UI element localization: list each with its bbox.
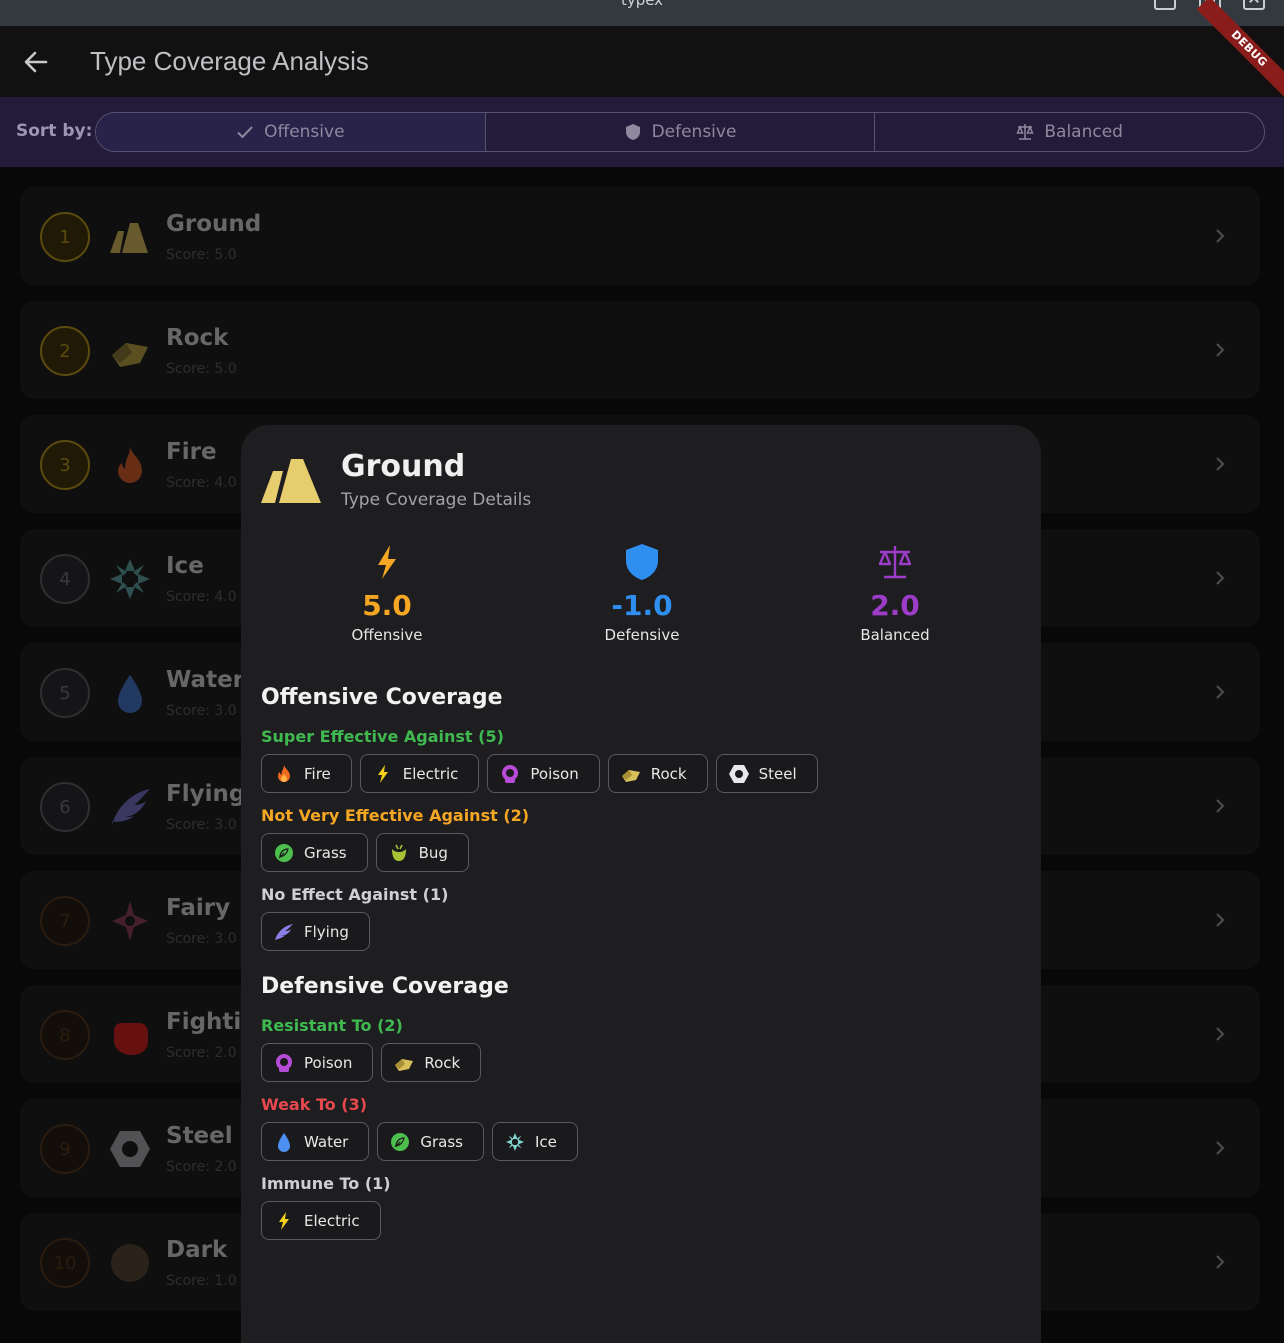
stat-label: Defensive bbox=[604, 626, 680, 644]
rock-icon bbox=[395, 1058, 414, 1071]
type-chip-fire[interactable]: Fire bbox=[261, 754, 352, 793]
immune-to-chips: Electric bbox=[261, 1201, 381, 1240]
super-effective-heading: Super Effective Against (5) bbox=[261, 727, 504, 746]
balance-scale-icon bbox=[1016, 124, 1034, 140]
immune-to-heading: Immune To (1) bbox=[261, 1174, 391, 1193]
fire-icon bbox=[278, 764, 290, 782]
grass-icon bbox=[275, 843, 293, 862]
chip-label: Rock bbox=[424, 1053, 461, 1072]
shield-icon bbox=[626, 544, 658, 580]
chip-label: Electric bbox=[304, 1211, 360, 1230]
type-chip-poison[interactable]: Poison bbox=[487, 754, 600, 793]
grass-icon bbox=[391, 1132, 410, 1151]
sort-option-label: Defensive bbox=[651, 122, 737, 142]
sort-option-offensive[interactable]: Offensive bbox=[96, 113, 485, 151]
lightning-icon bbox=[377, 764, 388, 783]
chip-label: Water bbox=[304, 1132, 349, 1151]
poison-icon bbox=[276, 1053, 292, 1072]
chip-label: Rock bbox=[650, 764, 687, 783]
sort-option-balanced[interactable]: Balanced bbox=[874, 113, 1264, 151]
sort-label: Sort by: bbox=[16, 121, 93, 141]
back-arrow-icon[interactable] bbox=[20, 46, 52, 78]
sort-option-label: Offensive bbox=[264, 122, 345, 142]
not-very-effective-chips: Grass Bug bbox=[261, 833, 469, 872]
stat-value: -1.0 bbox=[611, 589, 673, 622]
weak-to-chips: Water Grass Ice bbox=[261, 1122, 578, 1161]
not-very-effective-heading: Not Very Effective Against (2) bbox=[261, 806, 530, 825]
sort-option-defensive[interactable]: Defensive bbox=[484, 113, 875, 151]
stat-value: 5.0 bbox=[362, 589, 412, 622]
stat-label: Offensive bbox=[351, 626, 423, 644]
lightning-icon bbox=[279, 1211, 289, 1230]
chip-label: Fire bbox=[304, 764, 331, 783]
type-chip-grass[interactable]: Grass bbox=[261, 833, 368, 872]
ice-icon bbox=[505, 1132, 524, 1151]
chip-label: Grass bbox=[420, 1132, 463, 1151]
defensive-coverage-heading: Defensive Coverage bbox=[261, 974, 509, 999]
chip-label: Grass bbox=[304, 843, 347, 862]
flying-icon bbox=[275, 923, 293, 940]
bug-icon bbox=[391, 844, 406, 861]
poison-icon bbox=[502, 764, 519, 783]
sort-bar: Sort by: Offensive Defensive Balanced bbox=[0, 97, 1284, 167]
type-chip-water[interactable]: Water bbox=[261, 1122, 370, 1161]
type-chip-steel[interactable]: Steel bbox=[715, 754, 818, 793]
sort-option-label: Balanced bbox=[1044, 122, 1123, 142]
resistant-chips: Poison Rock bbox=[261, 1043, 482, 1082]
window-titlebar: typex bbox=[0, 0, 1284, 26]
close-icon[interactable] bbox=[1243, 0, 1265, 10]
type-chip-ice[interactable]: Ice bbox=[491, 1122, 578, 1161]
type-chip-electric[interactable]: Electric bbox=[359, 754, 480, 793]
chip-label: Poison bbox=[530, 764, 579, 783]
type-chip-bug[interactable]: Bug bbox=[375, 833, 469, 872]
chip-label: Steel bbox=[758, 764, 797, 783]
shield-icon bbox=[625, 124, 640, 140]
lightning-icon bbox=[378, 545, 396, 579]
type-chip-rock[interactable]: Rock bbox=[381, 1043, 482, 1082]
rock-icon bbox=[621, 769, 640, 782]
stat-balanced: 2.0 Balanced bbox=[795, 543, 995, 644]
type-chip-electric[interactable]: Electric bbox=[261, 1201, 381, 1240]
balance-scale-icon bbox=[878, 546, 912, 579]
check-icon bbox=[237, 126, 253, 139]
stat-offensive: 5.0 Offensive bbox=[287, 543, 487, 644]
dialog-subtitle: Type Coverage Details bbox=[341, 490, 532, 510]
chip-label: Electric bbox=[402, 764, 459, 783]
sort-segmented-control: Offensive Defensive Balanced bbox=[95, 112, 1265, 152]
water-icon bbox=[278, 1132, 290, 1152]
chip-label: Bug bbox=[418, 843, 448, 862]
chip-label: Flying bbox=[304, 922, 349, 941]
steel-icon bbox=[728, 764, 749, 783]
app-bar: Type Coverage Analysis DEBUG bbox=[0, 0, 1284, 102]
type-chip-rock[interactable]: Rock bbox=[607, 754, 708, 793]
dialog-title: Ground bbox=[341, 449, 466, 484]
weak-to-heading: Weak To (3) bbox=[261, 1095, 368, 1114]
super-effective-chips: Fire Electric Poison Rock Steel bbox=[261, 754, 818, 793]
stat-defensive: -1.0 Defensive bbox=[542, 543, 742, 644]
resistant-heading: Resistant To (2) bbox=[261, 1016, 403, 1035]
type-chip-grass[interactable]: Grass bbox=[377, 1122, 484, 1161]
chip-label: Ice bbox=[534, 1132, 557, 1151]
type-detail-sheet: Ground Type Coverage Details 5.0 Offensi… bbox=[241, 425, 1041, 1343]
ground-icon bbox=[261, 459, 321, 503]
type-chip-poison[interactable]: Poison bbox=[261, 1043, 374, 1082]
minimize-icon[interactable] bbox=[1154, 0, 1176, 10]
offensive-coverage-heading: Offensive Coverage bbox=[261, 685, 503, 710]
type-chip-flying[interactable]: Flying bbox=[261, 912, 370, 951]
page-title: Type Coverage Analysis bbox=[90, 46, 369, 76]
stat-label: Balanced bbox=[860, 626, 930, 644]
no-effect-heading: No Effect Against (1) bbox=[261, 885, 449, 904]
chip-label: Poison bbox=[304, 1053, 353, 1072]
window-title: typex bbox=[620, 0, 664, 9]
no-effect-chips: Flying bbox=[261, 912, 370, 951]
stat-value: 2.0 bbox=[870, 589, 920, 622]
